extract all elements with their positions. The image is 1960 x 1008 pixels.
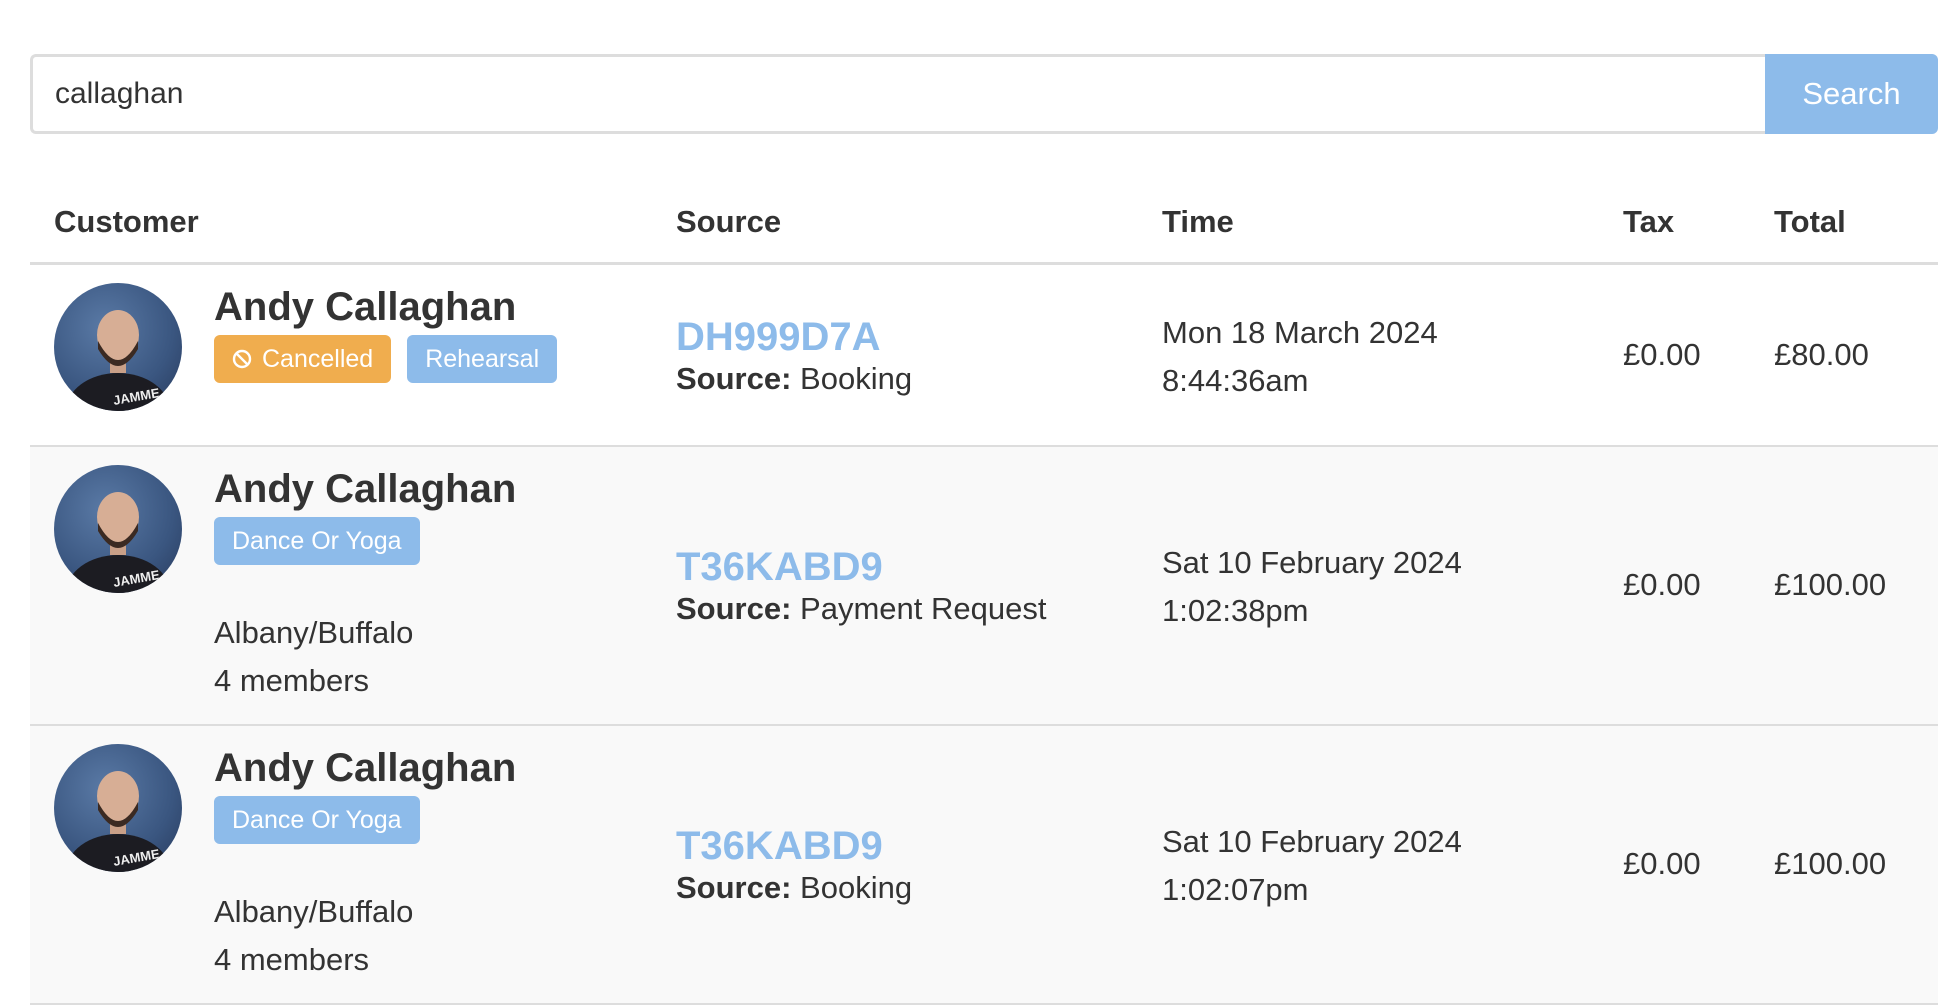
member-count: 4 members [214, 942, 370, 977]
group-name: Albany/Buffalo [214, 894, 414, 929]
time-cell: Sat 10 February 2024 1:02:38pm [1162, 539, 1462, 635]
header-customer[interactable]: Customer [54, 204, 199, 240]
badge-list: Dance Or Yoga [214, 796, 516, 844]
customer-name[interactable]: Andy Callaghan [214, 465, 516, 513]
time-text: 8:44:36am [1162, 363, 1309, 398]
source-prefix: Source: [676, 870, 792, 905]
time-cell: Sat 10 February 2024 1:02:07pm [1162, 818, 1462, 914]
search-button[interactable]: Search [1765, 54, 1938, 134]
header-time[interactable]: Time [1162, 204, 1234, 240]
category-badge: Dance Or Yoga [214, 517, 420, 565]
source-type: Payment Request [800, 591, 1047, 626]
tax-value: £0.00 [1623, 567, 1701, 602]
tax-value: £0.00 [1623, 337, 1701, 372]
source-cell: T36KABD9 Source: Payment Request [676, 545, 1046, 629]
page: Search Customer Source Time Tax Total JA… [0, 0, 1960, 1008]
group-name: Albany/Buffalo [214, 615, 414, 650]
date-text: Sat 10 February 2024 [1162, 824, 1462, 859]
header-total[interactable]: Total [1774, 204, 1846, 240]
date-text: Sat 10 February 2024 [1162, 545, 1462, 580]
source-code-link[interactable]: T36KABD9 [676, 824, 912, 868]
search-input[interactable] [30, 54, 1765, 134]
avatar-photo-icon: JAMME [66, 310, 170, 411]
avatar-photo-icon: JAMME [66, 771, 170, 872]
table-row[interactable]: JAMME Andy Callaghan Cancelled Rehearsal [30, 265, 1938, 447]
status-badge-cancelled: Cancelled [214, 335, 392, 383]
customer-info: Andy Callaghan Dance Or Yoga Albany/Buff… [214, 465, 516, 705]
source-line: Source: Booking [676, 868, 912, 908]
member-count: 4 members [214, 663, 370, 698]
avatar-photo-icon: JAMME [66, 492, 170, 593]
category-badge: Rehearsal [407, 335, 558, 383]
total-value: £100.00 [1774, 567, 1887, 602]
total-value: £100.00 [1774, 846, 1887, 881]
source-code-link[interactable]: T36KABD9 [676, 545, 1046, 589]
table-header: Customer Source Time Tax Total [30, 190, 1938, 265]
header-tax[interactable]: Tax [1623, 204, 1674, 240]
source-code-link[interactable]: DH999D7A [676, 315, 912, 359]
orders-table: Customer Source Time Tax Total JAMME And… [30, 190, 1938, 1005]
source-prefix: Source: [676, 591, 792, 626]
avatar[interactable]: JAMME [54, 283, 182, 411]
total-value: £80.00 [1774, 337, 1869, 372]
tax-value: £0.00 [1623, 846, 1701, 881]
source-line: Source: Booking [676, 359, 912, 399]
source-type: Booking [800, 361, 913, 396]
source-prefix: Source: [676, 361, 792, 396]
avatar[interactable]: JAMME [54, 465, 182, 593]
group-details: Albany/Buffalo 4 members [214, 888, 516, 984]
date-text: Mon 18 March 2024 [1162, 315, 1438, 350]
source-cell: DH999D7A Source: Booking [676, 315, 912, 399]
customer-name[interactable]: Andy Callaghan [214, 283, 557, 331]
badge-list: Dance Or Yoga [214, 517, 516, 565]
customer-info: Andy Callaghan Dance Or Yoga Albany/Buff… [214, 744, 516, 984]
header-source[interactable]: Source [676, 204, 781, 240]
customer-info: Andy Callaghan Cancelled Rehearsal [214, 283, 558, 383]
time-text: 1:02:07pm [1162, 872, 1309, 907]
avatar[interactable]: JAMME [54, 744, 182, 872]
customer-name[interactable]: Andy Callaghan [214, 744, 516, 792]
source-cell: T36KABD9 Source: Booking [676, 824, 912, 908]
category-badge: Dance Or Yoga [214, 796, 420, 844]
time-text: 1:02:38pm [1162, 593, 1309, 628]
source-type: Booking [800, 870, 913, 905]
badge-list: Cancelled Rehearsal [214, 335, 558, 383]
badge-label: Cancelled [262, 344, 374, 373]
source-line: Source: Payment Request [676, 589, 1046, 629]
group-details: Albany/Buffalo 4 members [214, 609, 516, 705]
ban-icon [232, 349, 252, 369]
time-cell: Mon 18 March 2024 8:44:36am [1162, 309, 1438, 405]
table-row[interactable]: JAMME Andy Callaghan Dance Or Yoga Alban… [30, 447, 1938, 726]
search-bar: Search [30, 54, 1938, 134]
table-row[interactable]: JAMME Andy Callaghan Dance Or Yoga Alban… [30, 726, 1938, 1005]
